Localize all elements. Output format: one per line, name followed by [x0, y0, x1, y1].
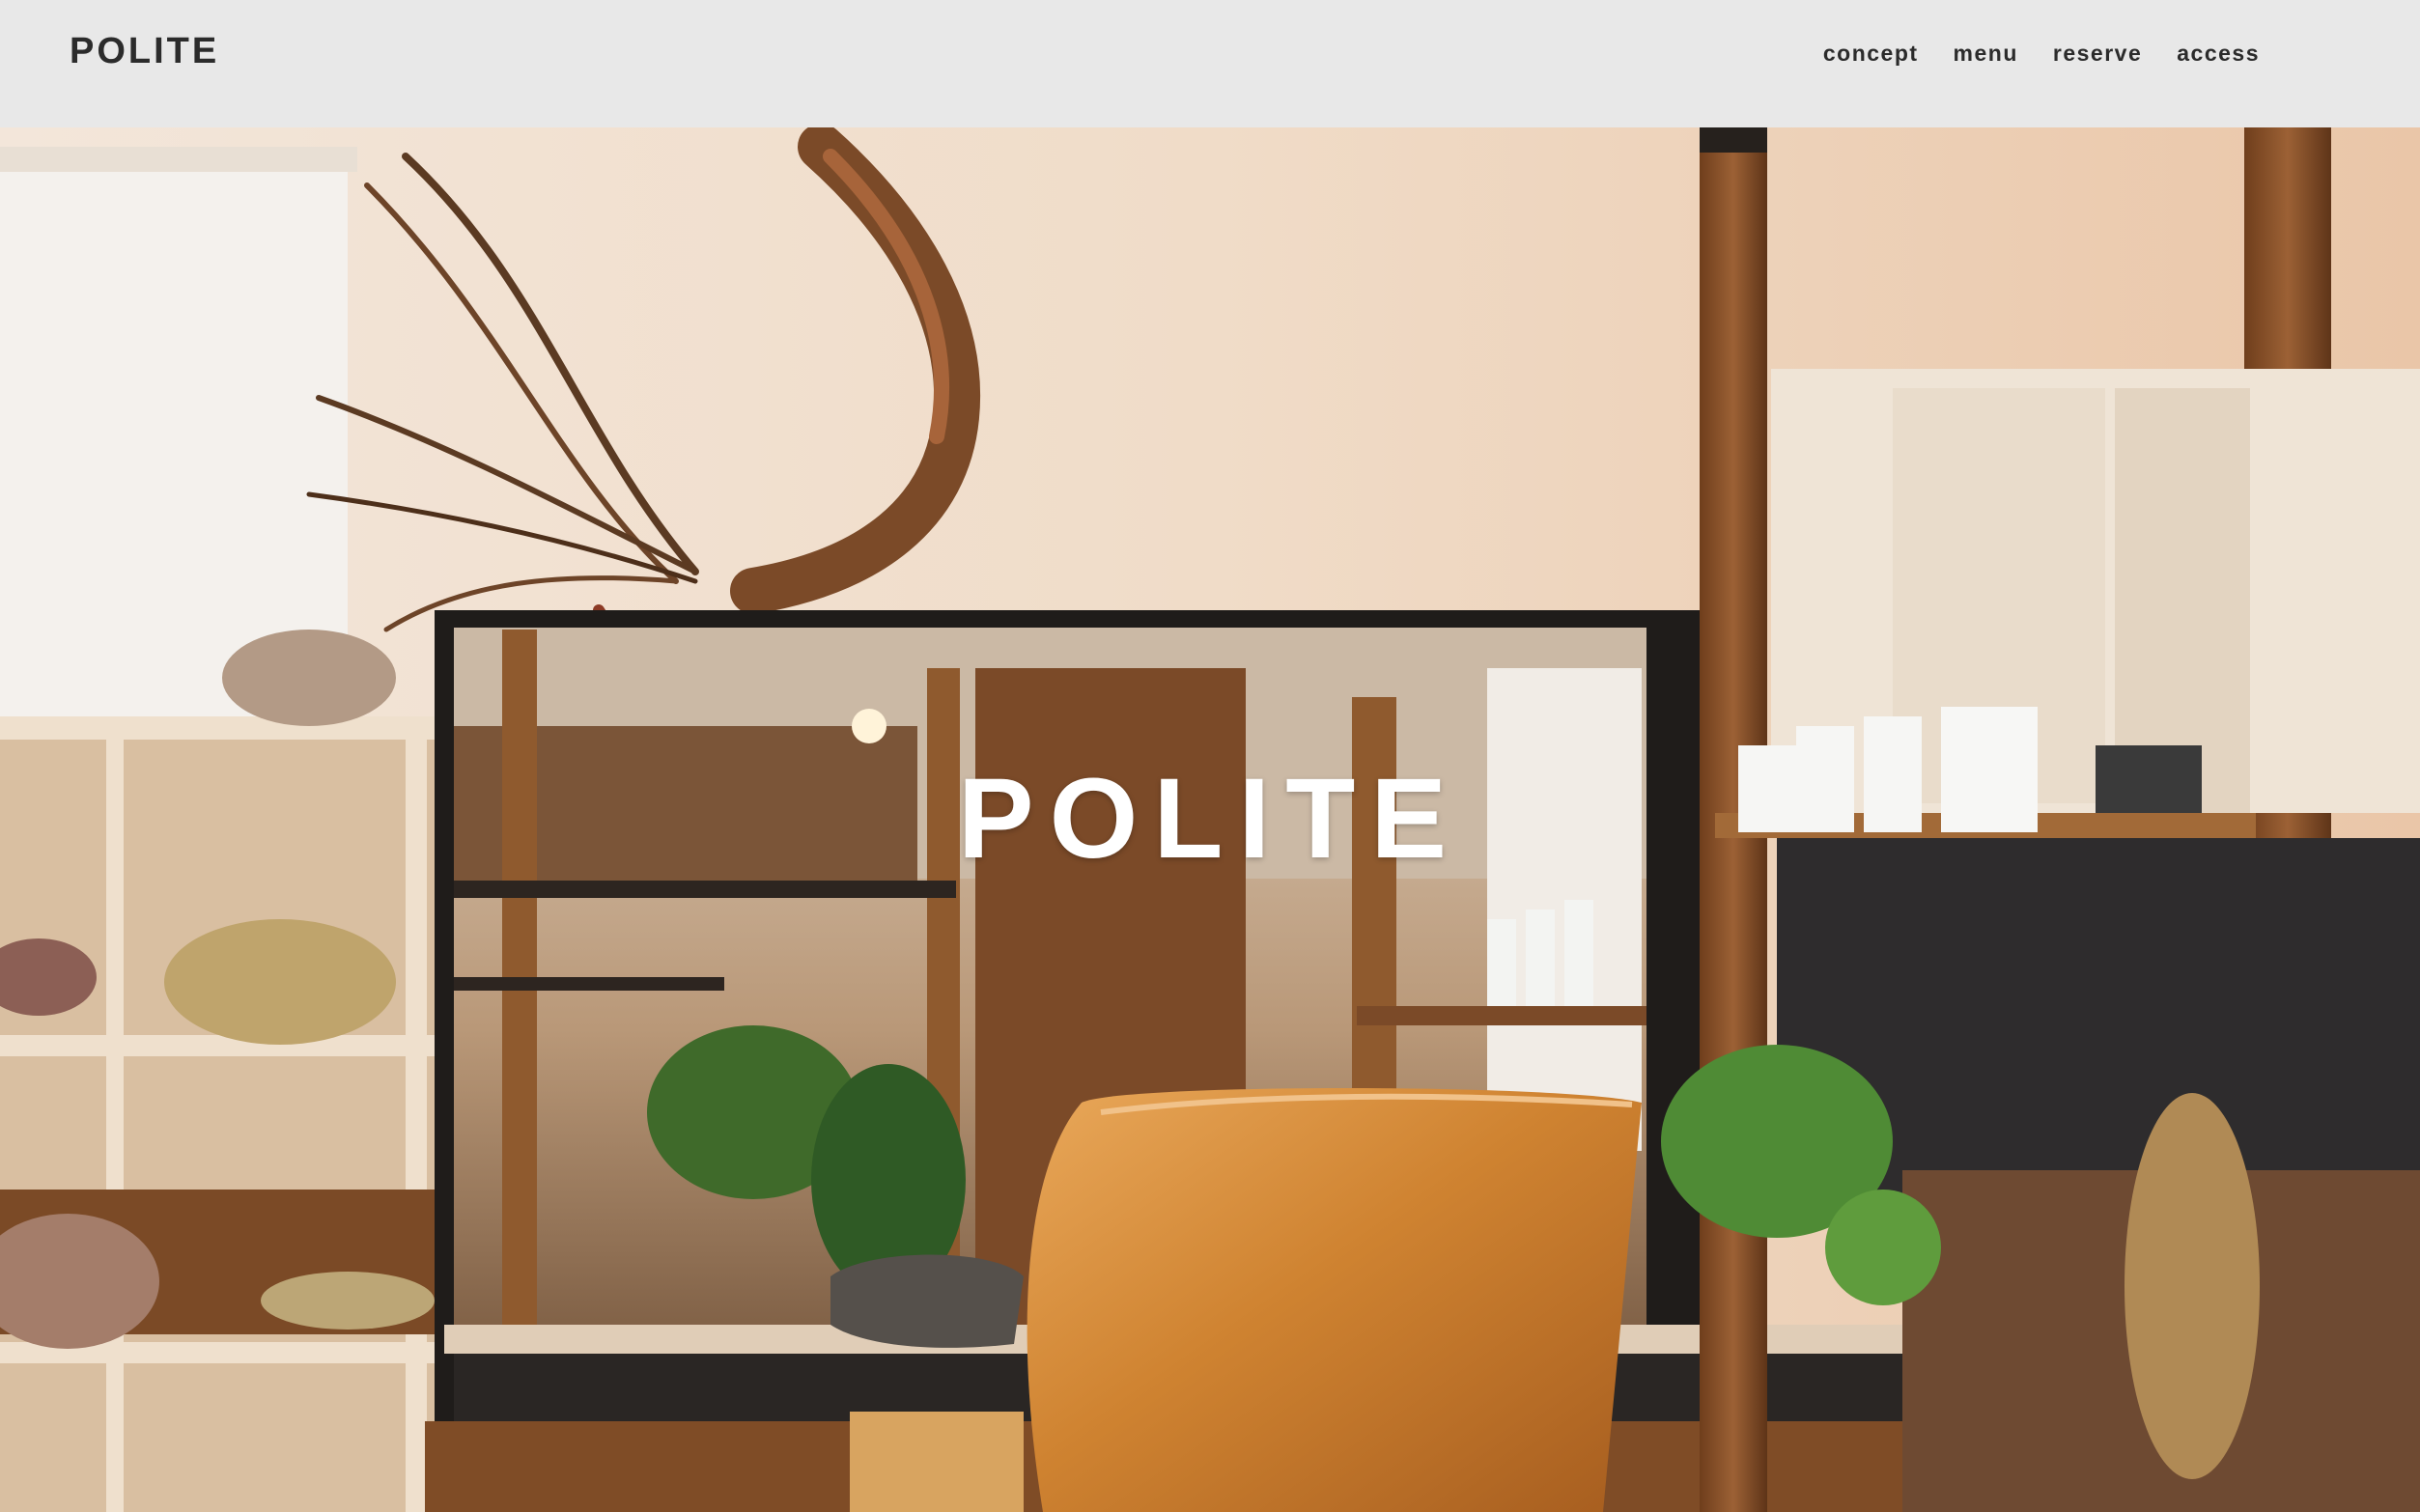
hero-title: POLITE	[957, 755, 1463, 882]
nav-concept-link[interactable]: concept	[1823, 41, 1919, 67]
site-logo[interactable]: POLITE	[70, 31, 219, 72]
main-nav: concept menu reserve access	[1823, 41, 2260, 67]
site-header: POLITE concept menu reserve access	[0, 0, 2420, 127]
nav-access-link[interactable]: access	[2177, 41, 2260, 67]
nav-reserve-link[interactable]: reserve	[2053, 41, 2142, 67]
nav-menu-link[interactable]: menu	[1954, 41, 2018, 67]
hero-section: POLITE	[0, 127, 2420, 1512]
